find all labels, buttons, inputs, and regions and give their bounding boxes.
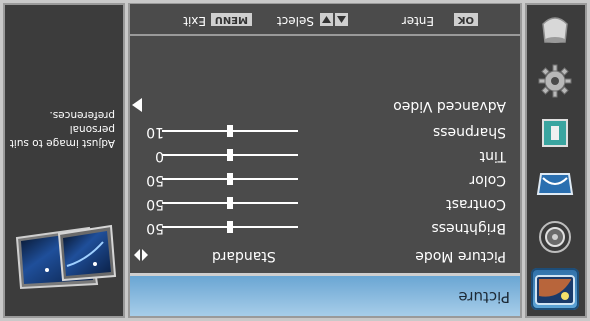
tint-row[interactable]: Tint 0 bbox=[136, 144, 512, 166]
ok-key-icon: OK bbox=[453, 13, 478, 26]
divider bbox=[130, 273, 520, 276]
color-row[interactable]: Color 50 bbox=[136, 168, 512, 190]
input-icon[interactable] bbox=[531, 8, 579, 50]
brightness-slider[interactable] bbox=[162, 221, 298, 233]
audio-icon[interactable] bbox=[531, 216, 579, 258]
sharpness-label: Sharpness bbox=[432, 124, 506, 140]
help-bar: OK Enter Select MENU Exit bbox=[130, 4, 520, 36]
menu-key-icon: MENU bbox=[210, 13, 252, 26]
slider-thumb[interactable] bbox=[227, 149, 233, 161]
sharpness-value: 10 bbox=[146, 124, 164, 140]
right-arrow-icon[interactable] bbox=[132, 98, 142, 112]
slider-thumb[interactable] bbox=[227, 173, 233, 185]
brightness-row[interactable]: Brightness 50 bbox=[136, 216, 512, 238]
menu-icon-column bbox=[525, 3, 587, 318]
setup-icon[interactable] bbox=[531, 60, 579, 102]
page-title: Picture bbox=[458, 288, 510, 306]
advanced-video-row[interactable]: Advanced Video bbox=[132, 94, 512, 116]
lock-icon[interactable] bbox=[531, 112, 579, 154]
color-label: Color bbox=[469, 172, 506, 188]
tint-slider[interactable] bbox=[162, 149, 298, 161]
left-right-arrow-icon[interactable] bbox=[134, 248, 148, 262]
exit-hint: Exit bbox=[183, 14, 206, 28]
picture-mode-label: Picture Mode bbox=[415, 248, 506, 264]
advanced-video-label: Advanced Video bbox=[393, 98, 506, 114]
description-text: Adjust image to suit personal preference… bbox=[9, 109, 115, 149]
slider-thumb[interactable] bbox=[227, 197, 233, 209]
enter-hint: Enter bbox=[401, 14, 434, 28]
tint-label: Tint bbox=[479, 148, 506, 164]
contrast-slider[interactable] bbox=[162, 197, 298, 209]
sharpness-row[interactable]: Sharpness 10 bbox=[136, 120, 512, 142]
menu-title-bar: Picture bbox=[130, 276, 520, 316]
color-value: 50 bbox=[146, 172, 164, 188]
description-panel: Adjust image to suit personal preference… bbox=[3, 3, 125, 318]
picture-mode-value: Standard bbox=[212, 248, 276, 264]
contrast-value: 50 bbox=[146, 196, 164, 212]
up-down-arrows-icon bbox=[320, 13, 348, 26]
brightness-label: Brightness bbox=[431, 220, 506, 236]
contrast-row[interactable]: Contrast 50 bbox=[136, 192, 512, 214]
picture-settings-panel: Picture Picture Mode Standard Brightness… bbox=[128, 3, 522, 318]
color-slider[interactable] bbox=[162, 173, 298, 185]
tv-menu-screen: Picture Picture Mode Standard Brightness… bbox=[0, 0, 590, 321]
brightness-value: 50 bbox=[146, 220, 164, 236]
slider-thumb[interactable] bbox=[227, 221, 233, 233]
contrast-label: Contrast bbox=[446, 196, 506, 212]
picture-preview-icon bbox=[15, 224, 117, 290]
tint-value: 0 bbox=[155, 148, 164, 164]
sharpness-slider[interactable] bbox=[162, 125, 298, 137]
picture-mode-row[interactable]: Picture Mode Standard bbox=[134, 244, 512, 266]
channel-icon[interactable] bbox=[531, 164, 579, 206]
select-hint: Select bbox=[276, 14, 314, 28]
slider-thumb[interactable] bbox=[227, 125, 233, 137]
picture-icon[interactable] bbox=[531, 268, 579, 310]
